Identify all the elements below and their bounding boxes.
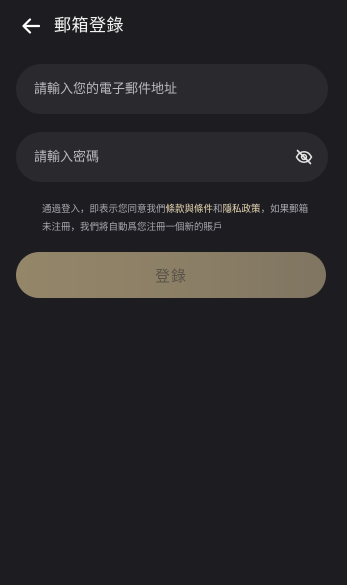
terms-and: 和: [213, 204, 223, 215]
login-button[interactable]: 登錄: [16, 252, 326, 298]
eye-off-icon: [295, 149, 313, 165]
terms-and-conditions-link[interactable]: 條款與條件: [166, 204, 214, 215]
password-field-container: [16, 132, 328, 182]
back-button[interactable]: [18, 13, 44, 39]
email-field[interactable]: [16, 64, 276, 114]
login-button-label: 登錄: [154, 267, 187, 285]
password-field[interactable]: [16, 132, 276, 182]
email-login-screen: 郵箱登錄 通過登入，即表示您同意我們條款與條件和隱私政策，如果郵箱未注冊，我們將…: [0, 0, 347, 585]
email-field-container: [16, 64, 328, 114]
privacy-policy-link[interactable]: 隱私政策: [223, 204, 261, 215]
arrow-left-icon: [22, 18, 40, 34]
top-bar: 郵箱登錄: [0, 0, 347, 52]
terms-prefix: 通過登入，即表示您同意我們: [42, 204, 166, 215]
toggle-password-visibility-button[interactable]: [294, 147, 314, 167]
terms-notice: 通過登入，即表示您同意我們條款與條件和隱私政策，如果郵箱未注冊，我們將自動爲您注…: [42, 201, 312, 237]
page-title: 郵箱登錄: [54, 16, 124, 36]
